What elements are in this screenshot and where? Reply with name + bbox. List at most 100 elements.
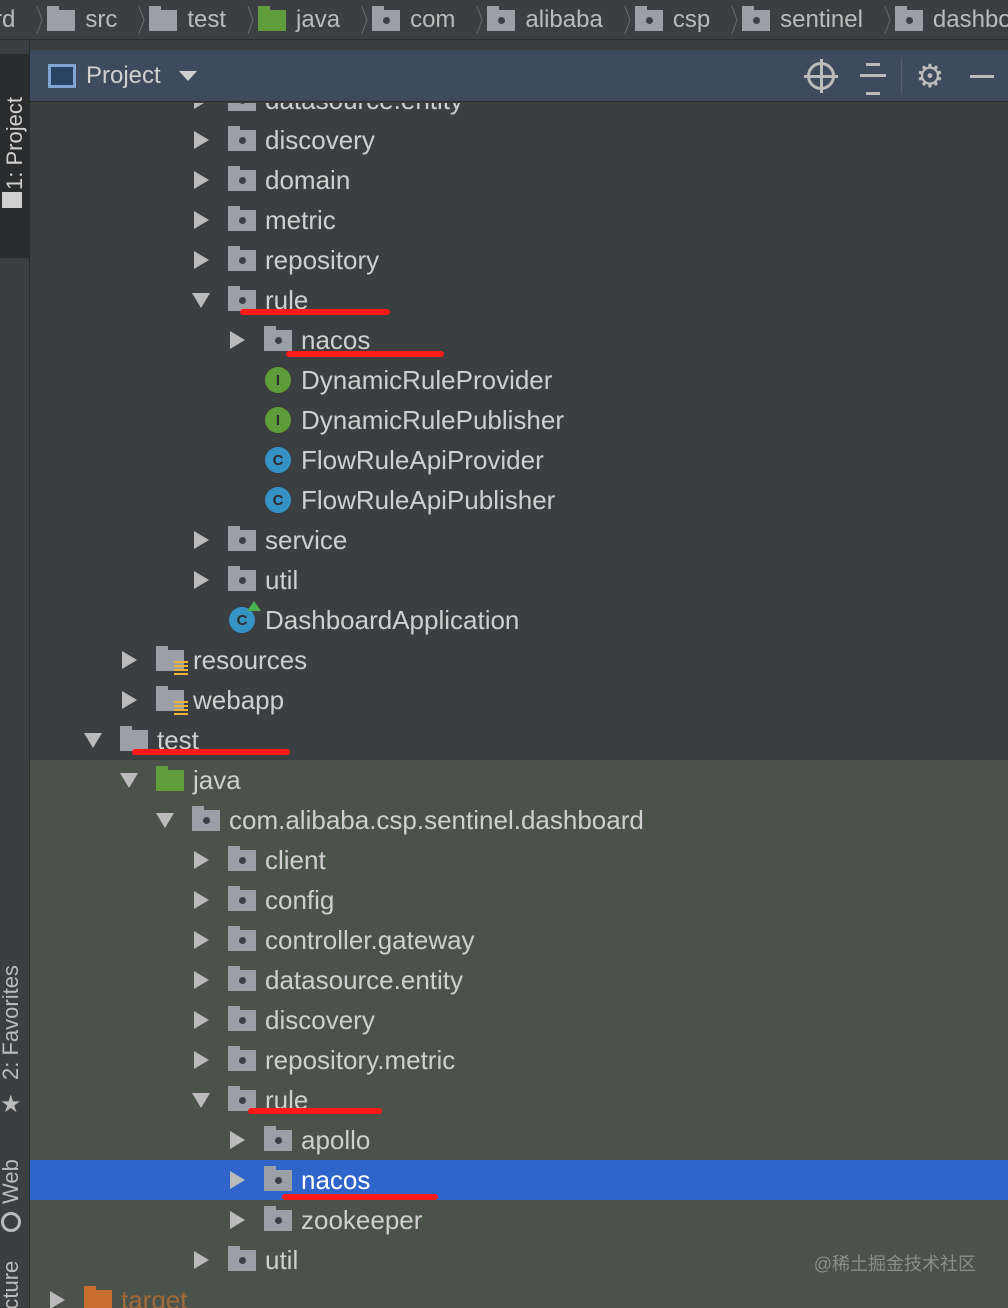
expand-arrow-right-icon[interactable] <box>192 210 210 230</box>
tree-node[interactable]: config <box>30 880 1008 920</box>
tree-node[interactable]: C FlowRuleApiProvider <box>30 440 1008 480</box>
breadcrumb-item[interactable]: src <box>15 0 118 39</box>
expand-arrow-right-icon[interactable] <box>192 130 210 150</box>
expand-arrow-right-icon[interactable] <box>192 103 210 110</box>
package-icon <box>487 5 516 31</box>
tree-node[interactable]: client <box>30 840 1008 880</box>
expand-arrow-down-icon[interactable] <box>192 1090 210 1110</box>
breadcrumb-item[interactable]: alibaba <box>455 0 603 39</box>
package-icon <box>264 1166 292 1191</box>
project-view-selector[interactable]: Project <box>86 62 161 90</box>
tree-node-label: datasource.entity <box>265 103 463 116</box>
tree-node-icon <box>228 886 258 913</box>
tree-node[interactable]: apollo <box>30 1120 1008 1160</box>
tree-node-icon: I <box>264 407 294 433</box>
project-panel-header: Project ⚙ <box>30 50 1008 102</box>
resources-folder-icon <box>156 686 188 715</box>
expand-arrow-right-icon[interactable] <box>120 650 138 670</box>
tree-node[interactable]: util <box>30 560 1008 600</box>
expand-arrow-right-icon[interactable] <box>228 1170 246 1190</box>
tree-node[interactable]: C FlowRuleApiPublisher <box>30 480 1008 520</box>
expand-arrow-right-icon[interactable] <box>192 170 210 190</box>
tree-node[interactable]: datasource.entity <box>30 960 1008 1000</box>
expand-arrow-down-icon[interactable] <box>156 810 174 830</box>
expand-arrow-right-icon[interactable] <box>120 690 138 710</box>
package-icon <box>228 566 256 591</box>
breadcrumb-item[interactable]: sentinel <box>710 0 863 39</box>
tree-node[interactable]: controller.gateway <box>30 920 1008 960</box>
settings-button[interactable]: ⚙ <box>904 50 956 102</box>
tree-node-label: DashboardApplication <box>265 604 520 635</box>
tool-window-project-button[interactable]: 1: Project <box>0 54 30 258</box>
breadcrumb-item[interactable]: csp <box>603 0 710 39</box>
tree-node-icon <box>228 846 258 873</box>
tree-node[interactable]: webapp <box>30 680 1008 720</box>
tree-node[interactable]: zookeeper <box>30 1200 1008 1240</box>
expand-arrow-down-icon[interactable] <box>84 730 102 750</box>
tree-node[interactable]: I DynamicRulePublisher <box>30 400 1008 440</box>
crosshair-icon <box>804 59 838 93</box>
tree-node-icon <box>264 326 294 353</box>
tree-node-icon <box>228 966 258 993</box>
expand-arrow-right-icon[interactable] <box>48 1290 66 1308</box>
expand-arrow-right-icon[interactable] <box>192 1050 210 1070</box>
expand-arrow-down-icon[interactable] <box>192 290 210 310</box>
tree-node[interactable]: domain <box>30 160 1008 200</box>
expand-arrow-right-icon[interactable] <box>192 1010 210 1030</box>
collapse-all-button[interactable] <box>847 50 899 102</box>
breadcrumb-item[interactable]: java <box>226 0 340 39</box>
expand-arrow-right-icon[interactable] <box>228 330 246 350</box>
tree-node-label: webapp <box>193 684 285 715</box>
tree-node-label: java <box>193 764 241 795</box>
expand-arrow-right-icon[interactable] <box>192 250 210 270</box>
tree-node[interactable]: I DynamicRuleProvider <box>30 360 1008 400</box>
tree-node[interactable]: com.alibaba.csp.sentinel.dashboard <box>30 800 1008 840</box>
expand-arrow-right-icon[interactable] <box>192 530 210 550</box>
tree-node[interactable]: target <box>30 1280 1008 1308</box>
globe-icon <box>1 1212 21 1232</box>
tree-node[interactable]: discovery <box>30 120 1008 160</box>
tree-node[interactable]: resources <box>30 640 1008 680</box>
tree-node-icon <box>84 1286 114 1308</box>
tree-node[interactable]: nacos <box>30 320 1008 360</box>
tree-node[interactable]: datasource.entity <box>30 103 1008 120</box>
hide-panel-button[interactable] <box>956 50 1008 102</box>
tree-node-icon <box>228 566 258 593</box>
breadcrumb-item[interactable]: test <box>117 0 226 39</box>
tree-node-label: datasource.entity <box>265 964 464 995</box>
expand-arrow-right-icon[interactable] <box>192 570 210 590</box>
tree-node-label: discovery <box>265 1004 375 1035</box>
expand-arrow-right-icon[interactable] <box>192 930 210 950</box>
tree-node[interactable]: rule <box>30 280 1008 320</box>
folder-icon <box>149 5 178 31</box>
tree-node[interactable]: nacos <box>30 1160 1008 1200</box>
tree-node[interactable]: repository <box>30 240 1008 280</box>
annotation-underline <box>240 309 390 315</box>
tree-node[interactable]: java <box>30 760 1008 800</box>
expand-arrow-right-icon[interactable] <box>228 1210 246 1230</box>
tree-node[interactable]: metric <box>30 200 1008 240</box>
breadcrumb-item[interactable]: com <box>340 0 455 39</box>
chevron-down-icon[interactable] <box>178 70 197 81</box>
expand-arrow-right-icon[interactable] <box>192 970 210 990</box>
breadcrumb-label: rd <box>0 5 16 33</box>
expand-arrow-right-icon[interactable] <box>192 850 210 870</box>
breadcrumb-label: src <box>85 5 118 33</box>
expand-arrow-right-icon[interactable] <box>228 1130 246 1150</box>
tree-node[interactable]: service <box>30 520 1008 560</box>
project-tree[interactable]: datasource.entity discovery domain metric re… <box>30 103 1008 1308</box>
tree-node-label: repository.metric <box>265 1044 456 1075</box>
watermark: @稀土掘金技术社区 <box>813 1254 976 1274</box>
tree-node[interactable]: C DashboardApplication <box>30 600 1008 640</box>
tree-node-label: metric <box>265 204 336 235</box>
tree-node[interactable]: repository.metric <box>30 1040 1008 1080</box>
expand-arrow-right-icon[interactable] <box>192 890 210 910</box>
breadcrumb-item[interactable]: rd <box>0 0 16 39</box>
tree-node[interactable]: rule <box>30 1080 1008 1120</box>
expand-arrow-down-icon[interactable] <box>120 770 138 790</box>
tree-node[interactable]: discovery <box>30 1000 1008 1040</box>
expand-arrow-right-icon[interactable] <box>192 1250 210 1270</box>
locate-file-button[interactable] <box>795 50 847 102</box>
breadcrumb-item[interactable]: dashboard <box>863 0 1008 39</box>
breadcrumb-separator <box>873 0 887 39</box>
